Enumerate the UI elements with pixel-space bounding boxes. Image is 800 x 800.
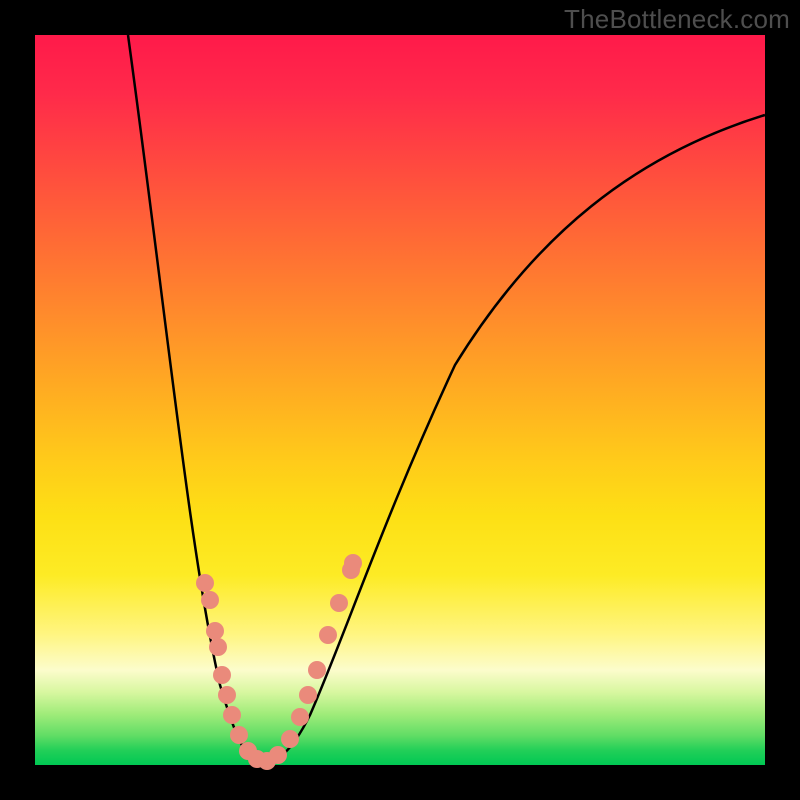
sample-dot (308, 661, 326, 679)
sample-dot (344, 554, 362, 572)
chart-frame: TheBottleneck.com (0, 0, 800, 800)
chart-svg (35, 35, 765, 765)
sample-dot (319, 626, 337, 644)
sample-dot (223, 706, 241, 724)
sample-dot (299, 686, 317, 704)
sample-dot (218, 686, 236, 704)
sample-dot (213, 666, 231, 684)
sample-dot (201, 591, 219, 609)
sample-dots-group (196, 554, 362, 770)
sample-dot (206, 622, 224, 640)
sample-dot (330, 594, 348, 612)
sample-dot (209, 638, 227, 656)
chart-plot-area (35, 35, 765, 765)
sample-dot (269, 746, 287, 764)
sample-dot (196, 574, 214, 592)
sample-dot (230, 726, 248, 744)
watermark-text: TheBottleneck.com (564, 4, 790, 35)
sample-dot (291, 708, 309, 726)
sample-dot (281, 730, 299, 748)
